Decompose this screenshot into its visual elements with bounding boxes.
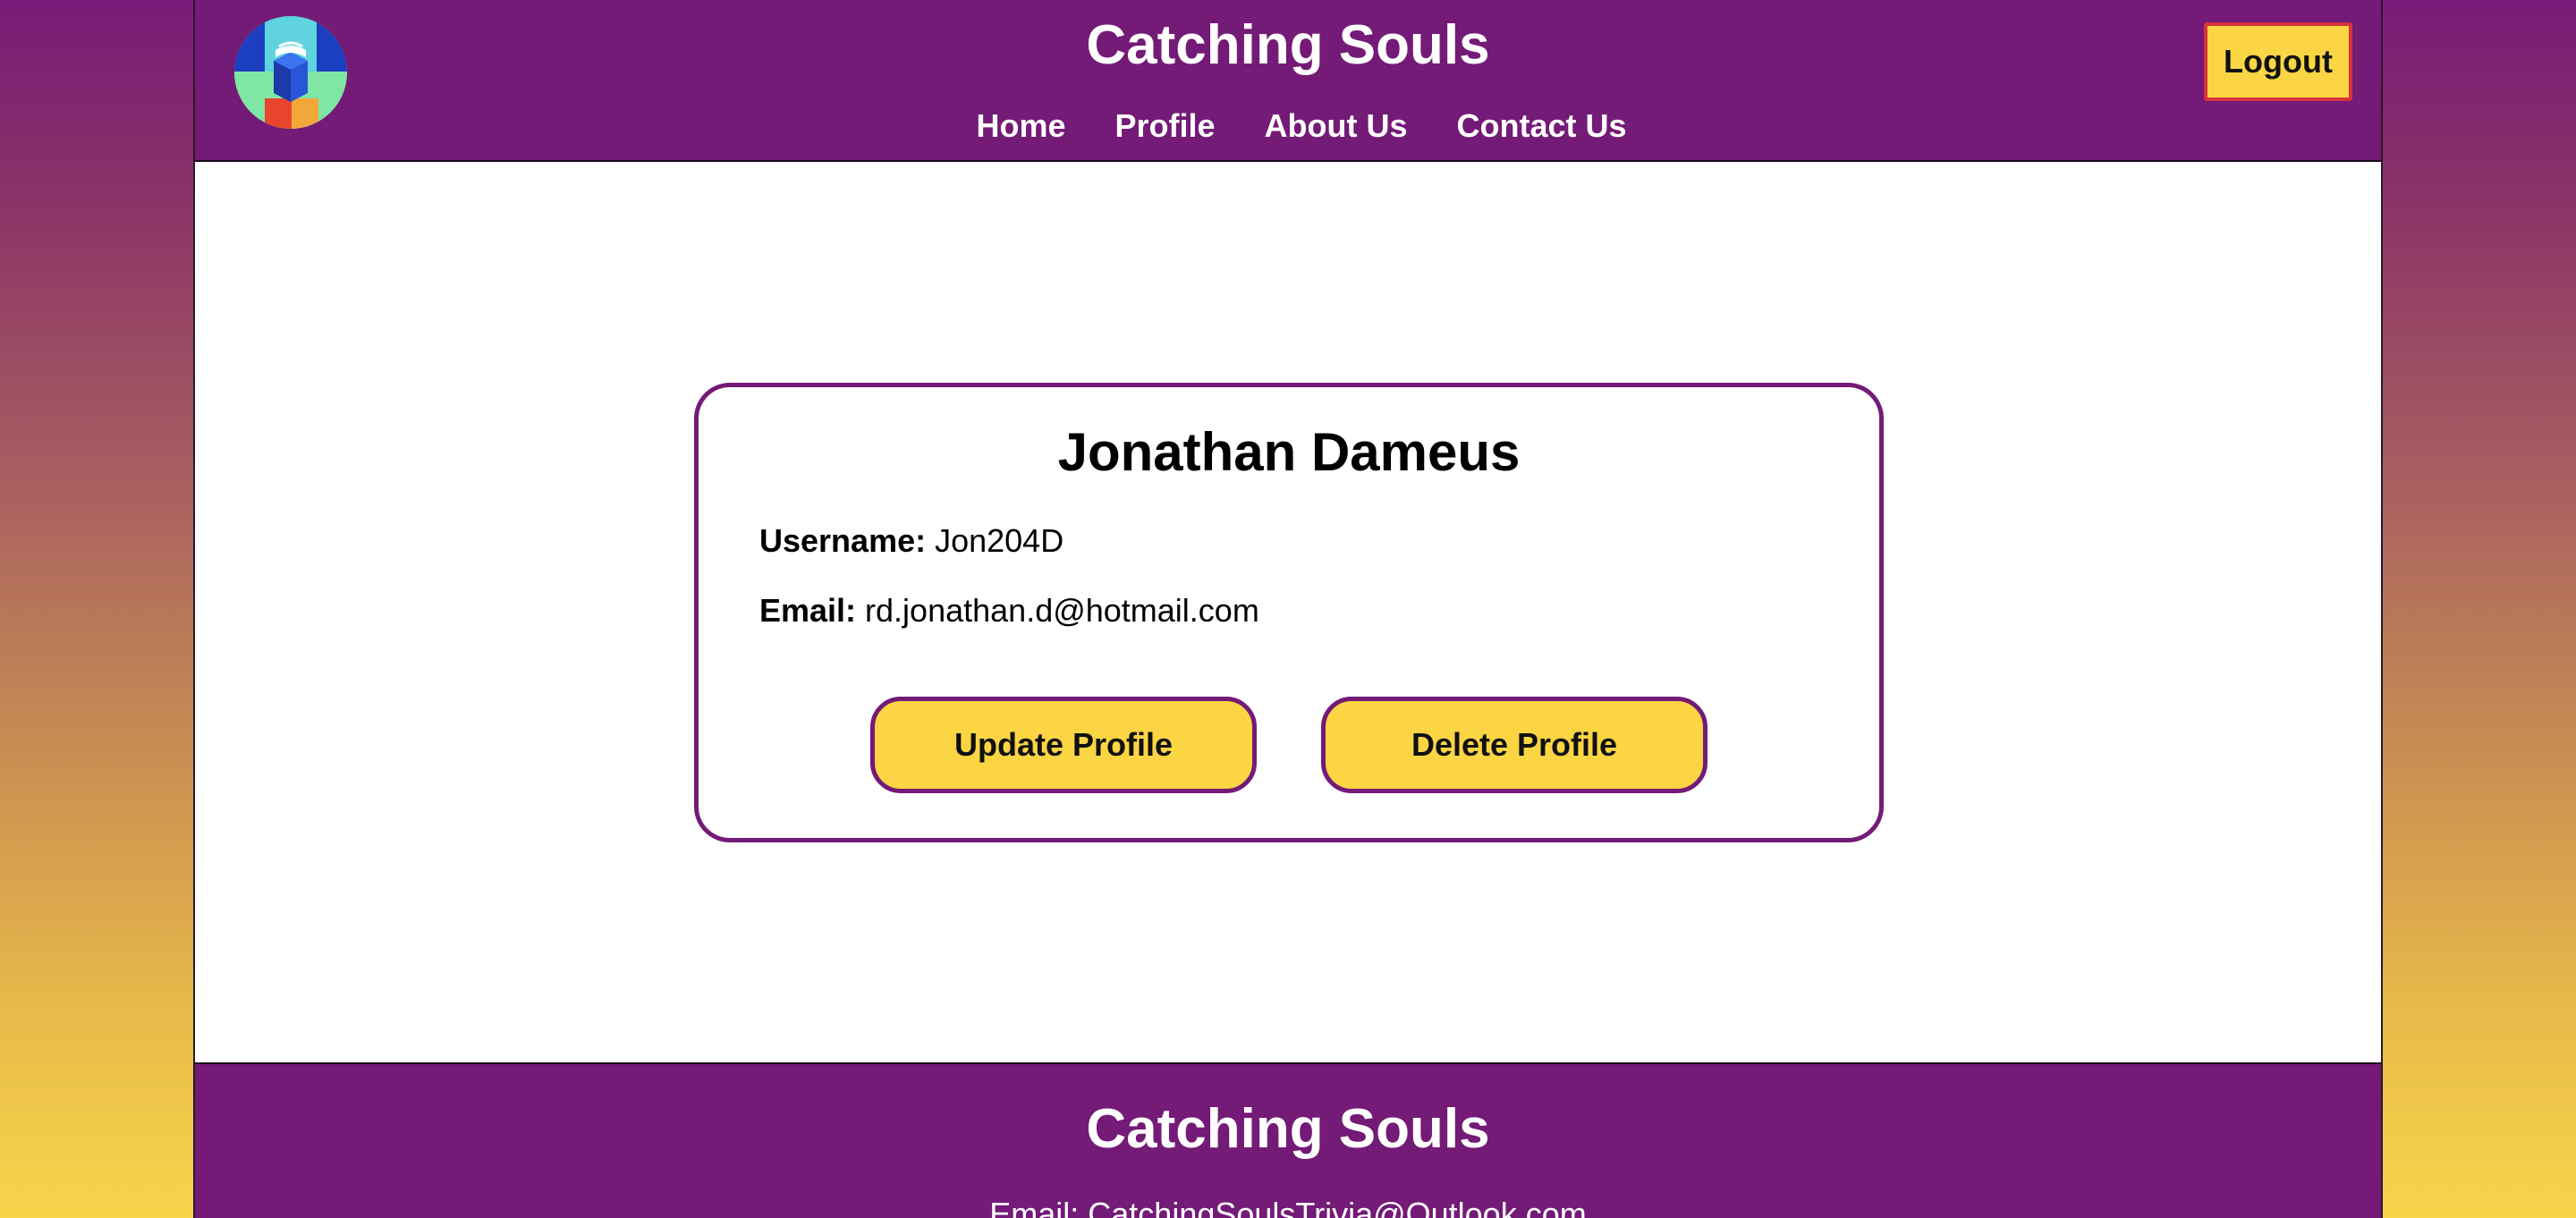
delete-profile-button[interactable]: Delete Profile	[1321, 697, 1707, 793]
site-footer: Catching Souls Email: CatchingSoulsTrivi…	[195, 1062, 2381, 1218]
username-value: Jon204D	[935, 522, 1064, 559]
email-row: Email: rd.jonathan.d@hotmail.com	[759, 591, 1259, 630]
site-header: Catching Souls Home Profile About Us Con…	[195, 0, 2381, 162]
site-title: Catching Souls	[1086, 14, 1490, 76]
page-container: Catching Souls Home Profile About Us Con…	[193, 0, 2383, 1218]
nav-link-contact-us[interactable]: Contact Us	[1457, 104, 1627, 148]
main-nav: Home Profile About Us Contact Us	[195, 104, 2381, 148]
username-row: Username: Jon204D	[759, 521, 1063, 561]
username-label: Username:	[759, 522, 936, 559]
email-value: rd.jonathan.d@hotmail.com	[865, 592, 1259, 629]
nav-link-home[interactable]: Home	[976, 104, 1065, 148]
profile-name: Jonathan Dameus	[1057, 422, 1521, 482]
footer-email[interactable]: Email: CatchingSoulsTrivia@Outlook.com	[195, 1195, 2381, 1218]
nav-link-profile[interactable]: Profile	[1114, 104, 1215, 148]
nav-link-about-us[interactable]: About Us	[1265, 104, 1408, 148]
logout-button[interactable]: Logout	[2204, 22, 2352, 101]
update-profile-button[interactable]: Update Profile	[870, 697, 1257, 793]
profile-card: Jonathan Dameus Username: Jon204D Email:…	[694, 383, 1884, 842]
footer-title: Catching Souls	[1086, 1098, 1490, 1160]
email-label: Email:	[759, 592, 866, 629]
